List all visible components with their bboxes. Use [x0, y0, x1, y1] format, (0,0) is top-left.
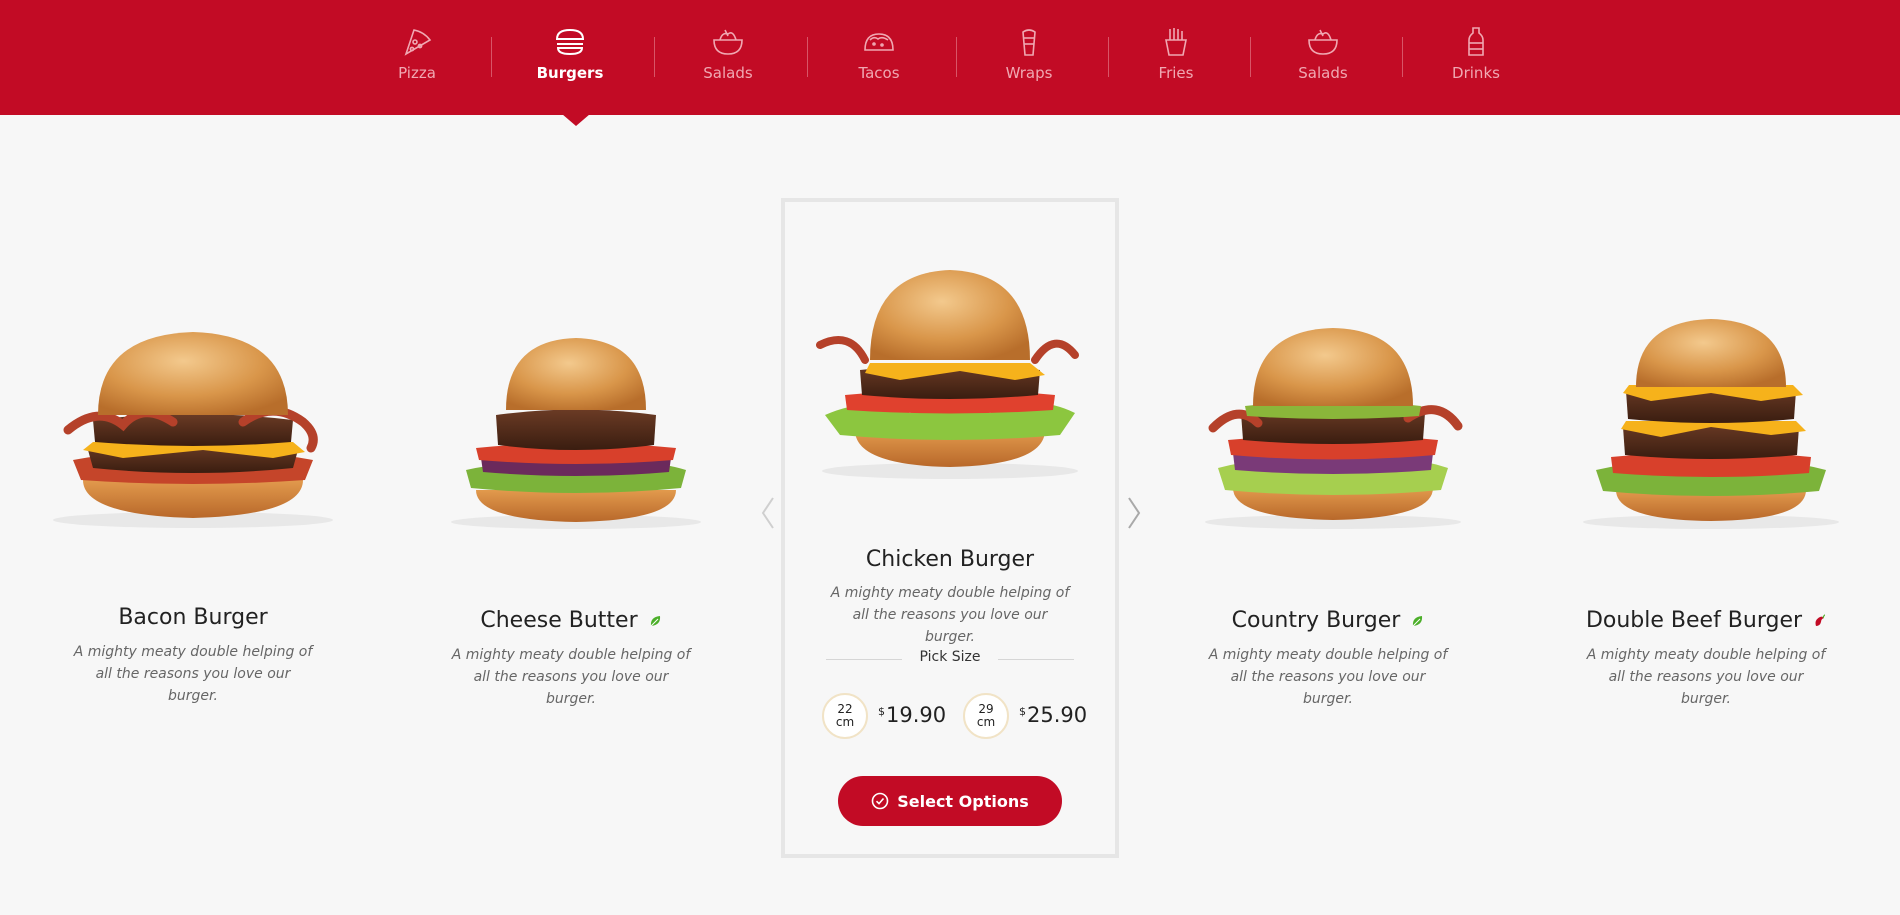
product-description: A mighty meaty double helping of all the…: [1208, 647, 1448, 707]
nav-label: Tacos: [858, 64, 900, 82]
country-burger-photo: [1205, 328, 1463, 529]
nav-divider: [1250, 37, 1251, 77]
size-circle: 22 cm: [822, 693, 868, 739]
nav-divider: [807, 37, 808, 77]
fries-icon: [1165, 28, 1187, 56]
nav-divider: [491, 37, 492, 77]
active-tab-pointer: [562, 114, 590, 126]
vegetarian-leaf-icon: [650, 616, 660, 627]
product-name: Double Beef Burger: [1536, 608, 1876, 633]
product-description: A mighty meaty double helping of all the…: [451, 647, 691, 707]
nav-item-tacos[interactable]: Tacos: [824, 26, 934, 82]
spicy-chili-icon: [1815, 614, 1826, 626]
category-navbar: Pizza Burgers Salads Tacos Wraps Fries S…: [0, 0, 1900, 126]
nav-label: Salads: [703, 64, 753, 82]
nav-divider: [1402, 37, 1403, 77]
size-price: $25.90: [1019, 703, 1087, 727]
select-options-button[interactable]: Select Options: [838, 776, 1062, 826]
burger-icon: [555, 28, 585, 56]
nav-item-fries[interactable]: Fries: [1121, 26, 1231, 82]
nav-item-wraps[interactable]: Wraps: [974, 26, 1084, 82]
double-beef-burger-photo: [1583, 319, 1839, 529]
product-name: Chicken Burger: [865, 547, 1035, 572]
nav-divider: [1108, 37, 1109, 77]
price-value: 25.90: [1027, 703, 1088, 727]
chicken-burger-photo: [816, 270, 1079, 479]
nav-divider: [956, 37, 957, 77]
product-name-text: Double Beef Burger: [1585, 608, 1803, 633]
nav-label: Burgers: [536, 64, 604, 82]
nav-item-drinks[interactable]: Drinks: [1421, 26, 1531, 82]
nav-item-pizza[interactable]: Pizza: [362, 26, 472, 82]
product-description: A mighty meaty double helping of all the…: [1586, 647, 1826, 707]
currency-symbol: $: [1019, 705, 1026, 718]
bottle-icon: [1468, 27, 1484, 56]
nav-label: Drinks: [1452, 64, 1500, 82]
divider-line: [998, 659, 1074, 660]
product-name: Bacon Burger: [118, 605, 268, 630]
nav-item-salads[interactable]: Salads: [673, 26, 783, 82]
price-value: 19.90: [886, 703, 947, 727]
button-label: Select Options: [897, 791, 1029, 811]
size-price: $19.90: [878, 703, 946, 727]
size-unit: cm: [976, 715, 996, 729]
nav-item-burgers[interactable]: Burgers: [515, 26, 625, 82]
salad-bowl-icon: [713, 29, 743, 55]
product-name-text: Cheese Butter: [480, 608, 638, 633]
salad-bowl-icon: [1308, 29, 1338, 55]
carousel-next-arrow-icon[interactable]: [1124, 496, 1144, 530]
pizza-icon: [404, 29, 432, 56]
check-circle-icon: [871, 792, 889, 810]
taco-icon: [864, 33, 894, 51]
pick-size-label: Pick Size: [919, 649, 981, 665]
size-unit: cm: [835, 715, 855, 729]
size-option-22cm[interactable]: 22 cm $19.90: [822, 693, 946, 741]
bacon-burger-photo: [53, 332, 333, 528]
size-circle: 29 cm: [963, 693, 1009, 739]
product-name-text: Country Burger: [1231, 608, 1401, 633]
product-description: A mighty meaty double helping of all the…: [73, 644, 313, 704]
size-option-29cm[interactable]: 29 cm $25.90: [963, 693, 1087, 741]
vegetarian-leaf-icon: [1412, 616, 1423, 627]
nav-label: Fries: [1158, 64, 1194, 82]
nav-label: Pizza: [398, 64, 436, 82]
product-description: A mighty meaty double helping of all the…: [830, 585, 1070, 645]
currency-symbol: $: [878, 705, 885, 718]
pick-size-divider: Pick Size: [826, 649, 1074, 669]
nav-item-salads-2[interactable]: Salads: [1268, 26, 1378, 82]
nav-label: Salads: [1298, 64, 1348, 82]
product-name: Country Burger: [1158, 608, 1498, 633]
product-name: Cheese Butter: [401, 608, 741, 633]
carousel-prev-arrow-icon[interactable]: [758, 496, 778, 530]
wrap-icon: [1022, 29, 1036, 56]
cheese-butter-photo: [451, 338, 701, 529]
nav-label: Wraps: [1005, 64, 1053, 82]
nav-divider: [654, 37, 655, 77]
